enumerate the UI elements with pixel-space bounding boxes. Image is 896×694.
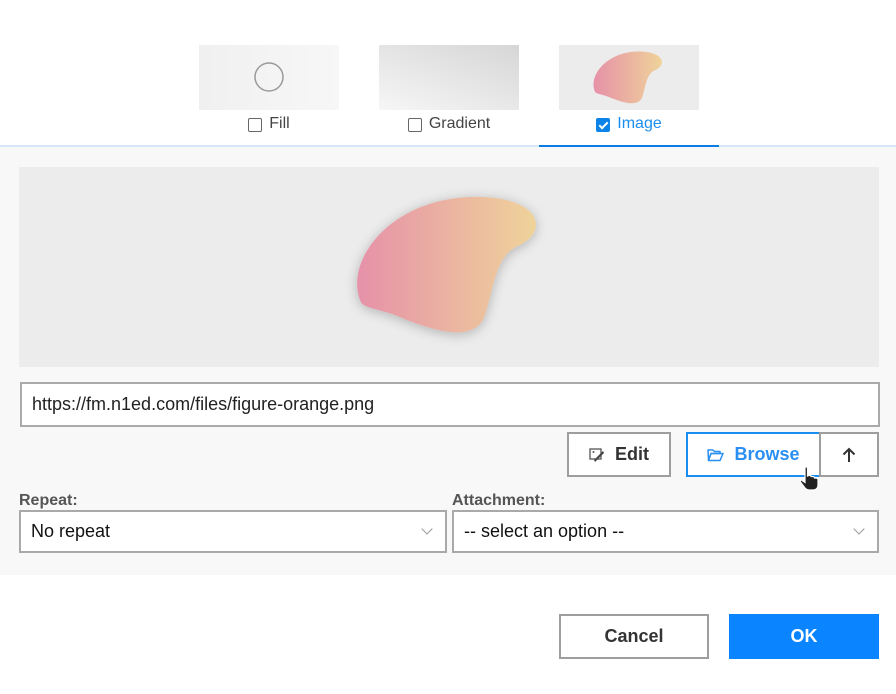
tab-fill[interactable]: Fill xyxy=(179,45,359,147)
tab-gradient-label: Gradient xyxy=(428,115,491,132)
image-settings-panel: Edit Browse Repeat: No repeat Attachment… xyxy=(0,147,896,575)
upload-button[interactable] xyxy=(819,432,879,477)
fill-thumbnail xyxy=(199,45,339,110)
repeat-value: No repeat xyxy=(31,521,111,541)
figure-shape-thumb xyxy=(593,51,662,104)
tab-gradient[interactable]: Gradient xyxy=(359,45,539,147)
edit-image-icon xyxy=(589,447,604,462)
image-url-input[interactable] xyxy=(20,382,880,427)
gradient-thumbnail xyxy=(379,45,519,110)
image-thumbnail xyxy=(559,45,699,110)
image-checkbox[interactable] xyxy=(596,118,611,132)
background-type-tabs: Fill Gradient Image xyxy=(0,0,896,147)
circle-icon xyxy=(254,62,284,92)
chevron-down-icon xyxy=(421,523,433,535)
repeat-select[interactable]: No repeat xyxy=(19,510,447,553)
browse-label: Browse xyxy=(734,444,800,464)
figure-shape-preview xyxy=(357,196,536,333)
image-preview xyxy=(19,167,879,367)
cancel-button[interactable]: Cancel xyxy=(559,614,709,659)
cancel-label: Cancel xyxy=(604,626,664,646)
tab-fill-label: Fill xyxy=(269,115,290,132)
repeat-label: Repeat: xyxy=(19,492,78,509)
attachment-select[interactable]: -- select an option -- xyxy=(452,510,879,553)
attachment-label: Attachment: xyxy=(452,492,546,509)
tab-image[interactable]: Image xyxy=(539,45,719,147)
arrow-up-icon xyxy=(842,447,856,462)
gradient-checkbox[interactable] xyxy=(407,118,422,132)
attachment-value: -- select an option -- xyxy=(464,521,625,541)
edit-button[interactable]: Edit xyxy=(567,432,671,477)
hand-cursor-icon xyxy=(799,466,819,491)
chevron-down-icon xyxy=(853,523,865,535)
ok-button[interactable]: OK xyxy=(729,614,879,659)
tab-image-label: Image xyxy=(617,115,662,132)
ok-label: OK xyxy=(790,626,818,646)
edit-label: Edit xyxy=(615,444,649,464)
fill-checkbox[interactable] xyxy=(248,118,263,132)
folder-open-icon xyxy=(707,448,725,461)
